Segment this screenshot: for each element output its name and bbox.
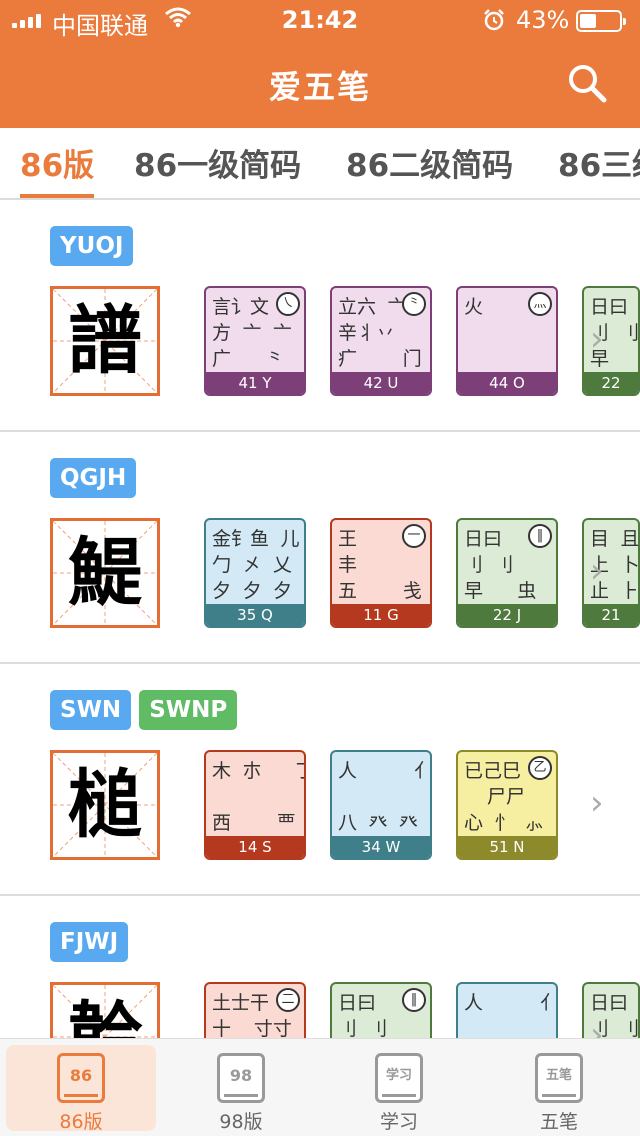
book-86-icon: 86: [57, 1053, 105, 1103]
key-label: 14 S: [206, 836, 304, 858]
tab-86-level3[interactable]: 86三级: [558, 140, 640, 185]
chevron-right-icon[interactable]: ›: [590, 554, 604, 588]
character-glyph: 譜: [68, 298, 142, 384]
stroke-icon: ⺀: [402, 292, 426, 316]
stroke-icon: 二: [276, 988, 300, 1012]
key-label: 35 Q: [206, 604, 304, 626]
key-card[interactable]: 人 亻 八 癶 癶 34 W: [330, 750, 432, 860]
key-label: 22 J: [458, 604, 556, 626]
code-badge: FJWJ: [50, 922, 129, 962]
book-study-icon: 学习: [375, 1053, 423, 1103]
key-label: 41 Y: [206, 372, 304, 394]
character-entry[interactable]: SWNSWNP槌木 朩 丁 西 覀14 S人 亻 八 癶 癶34 W已己巳 尸尸…: [0, 664, 640, 896]
key-roots: 金钅鱼 儿 勹 㐅 乂 夕 夕 夕 厂: [212, 528, 304, 602]
code-badge: SWN: [50, 690, 132, 730]
code-list: SWN SWNP: [50, 690, 238, 730]
tab-bar: 86版 86一级简码 86二级简码 86三级: [0, 128, 640, 200]
book-wubi-icon: 五笔: [535, 1053, 583, 1103]
app-title: 爱五笔: [268, 68, 371, 106]
nav-98-label: 98版: [219, 1111, 263, 1133]
code-list: YUOJ: [50, 226, 134, 266]
character-glyph: 槌: [68, 762, 142, 848]
key-label: 42 U: [332, 372, 430, 394]
battery-percent: 43%: [516, 6, 570, 34]
nav-86-label: 86版: [59, 1111, 103, 1133]
key-card[interactable]: 王 丰 五 戋一 11 G: [330, 518, 432, 628]
code-badge: YUOJ: [50, 226, 134, 266]
nav-98[interactable]: 98 98版: [166, 1045, 316, 1133]
character-box[interactable]: 槌: [50, 750, 160, 860]
search-icon[interactable]: [566, 62, 608, 104]
character-glyph: 鯷: [68, 530, 142, 616]
code-list: FJWJ: [50, 922, 129, 962]
nav-study-label: 学习: [379, 1111, 418, 1133]
nav-wubi-label: 五笔: [539, 1111, 578, 1133]
key-roots: 人 亻: [464, 992, 558, 1014]
battery-icon: [576, 10, 626, 32]
code-list: QGJH: [50, 458, 137, 498]
stroke-icon: 乙: [528, 756, 552, 780]
nav-86[interactable]: 86 86版: [6, 1045, 156, 1133]
app-header: 中国联通 21:42 43% 爱五笔: [0, 0, 640, 128]
nav-wubi[interactable]: 五笔 五笔: [484, 1045, 634, 1133]
key-roots: 人 亻 八 癶 癶: [338, 760, 432, 834]
key-card[interactable]: 立六 亠 辛丬丷 疒 门⺀ 42 U: [330, 286, 432, 396]
character-box[interactable]: 鯷: [50, 518, 160, 628]
key-label: 22: [584, 372, 638, 394]
key-card[interactable]: 火 灬 小 ⺌ 米灬44 O: [456, 286, 558, 396]
character-entry[interactable]: YUOJ譜言讠文 方 亠 亠 广 ⺀ 圭㇏41 Y立六 亠 辛丬丷 疒 门⺀42…: [0, 200, 640, 432]
key-card[interactable]: 已己巳 尸尸 心 忄 ⺗ 羽乙51 N: [456, 750, 558, 860]
tab-indicator: [20, 194, 94, 198]
stroke-icon: ‖: [528, 524, 552, 548]
stroke-icon: ㇏: [276, 292, 300, 316]
key-label: 34 W: [332, 836, 430, 858]
code-badge: QGJH: [50, 458, 137, 498]
stroke-icon: 一: [402, 524, 426, 548]
character-entry[interactable]: QGJH鯷金钅鱼 儿 勹 㐅 乂 夕 夕 夕 厂35 Q王 丰 五 戋一11 G…: [0, 432, 640, 664]
stroke-icon: ‖: [402, 988, 426, 1012]
chevron-right-icon[interactable]: ›: [590, 786, 604, 820]
alarm-icon: [484, 9, 504, 31]
tab-86[interactable]: 86版: [20, 140, 94, 185]
status-bar: 中国联通 21:42 43%: [0, 0, 640, 40]
bottom-nav: 86 86版 98 98版 学习 学习 五笔 五笔: [0, 1038, 640, 1136]
key-roots: 木 朩 丁 西 覀: [212, 760, 304, 834]
key-card[interactable]: 日曰 刂 刂 早 虫 ‖ 22 J: [456, 518, 558, 628]
tab-86-level2[interactable]: 86二级简码: [346, 140, 513, 185]
tab-86-level1[interactable]: 86一级简码: [134, 140, 301, 185]
key-card[interactable]: 言讠文 方 亠 亠 广 ⺀ 圭㇏41 Y: [204, 286, 306, 396]
nav-study[interactable]: 学习 学习: [324, 1045, 474, 1133]
key-label: 51 N: [458, 836, 556, 858]
key-card[interactable]: 木 朩 丁 西 覀14 S: [204, 750, 306, 860]
chevron-right-icon[interactable]: ›: [590, 322, 604, 356]
key-label: 11 G: [332, 604, 430, 626]
key-label: 44 O: [458, 372, 556, 394]
stroke-icon: 灬: [528, 292, 552, 316]
character-box[interactable]: 譜: [50, 286, 160, 396]
key-label: 21: [584, 604, 638, 626]
code-badge: SWNP: [139, 690, 238, 730]
key-card[interactable]: 金钅鱼 儿 勹 㐅 乂 夕 夕 夕 厂35 Q: [204, 518, 306, 628]
book-98-icon: 98: [217, 1053, 265, 1103]
